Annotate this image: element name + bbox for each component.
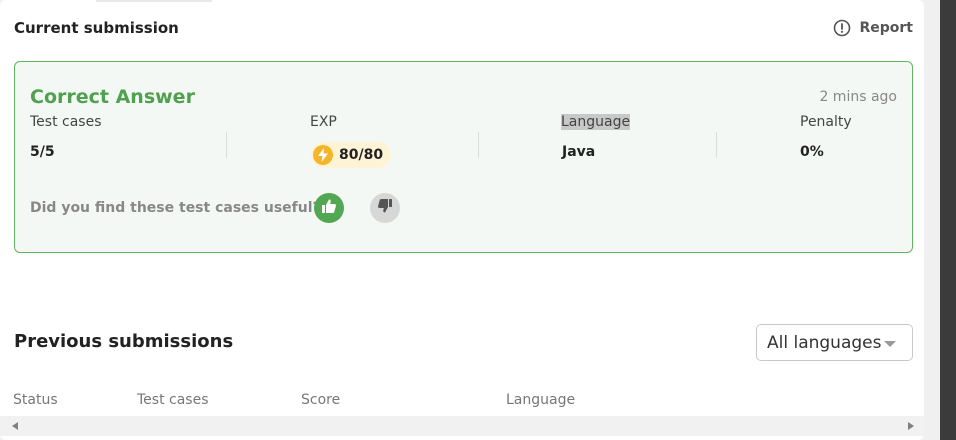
submission-time: 2 mins ago <box>819 89 897 105</box>
penalty-value: 0% <box>800 144 824 160</box>
result-status: Correct Answer <box>30 86 195 108</box>
language-filter-select[interactable]: All languages <box>756 324 913 361</box>
window-edge <box>940 0 956 440</box>
thumbs-down-icon <box>377 198 393 218</box>
caret-down-icon <box>884 341 896 347</box>
column-header-language[interactable]: Language <box>506 392 575 408</box>
exp-value: 80/80 <box>339 147 384 163</box>
thumbs-up-icon <box>321 198 337 218</box>
current-submission-title: Current submission <box>14 19 179 37</box>
exp-label: EXP <box>310 114 337 130</box>
tab-indicator <box>96 0 212 2</box>
column-header-test-cases[interactable]: Test cases <box>137 392 209 408</box>
submission-panel: Current submission Report Correct Answer… <box>0 0 924 440</box>
result-card: Correct Answer 2 mins ago Test cases 5/5… <box>14 61 913 253</box>
scroll-left-arrow[interactable] <box>12 422 18 430</box>
info-icon <box>833 19 851 37</box>
stat-divider <box>716 132 717 158</box>
report-label: Report <box>859 20 913 36</box>
exp-badge: 80/80 <box>311 142 392 168</box>
test-cases-value: 5/5 <box>30 144 55 160</box>
scroll-right-arrow[interactable] <box>908 422 914 430</box>
column-header-score[interactable]: Score <box>301 392 340 408</box>
thumbs-up-button[interactable] <box>314 193 344 223</box>
column-header-status[interactable]: Status <box>13 392 58 408</box>
horizontal-scrollbar[interactable] <box>0 416 924 436</box>
lightning-icon <box>313 145 333 165</box>
stat-divider <box>478 132 479 158</box>
language-label-text: Language <box>561 114 631 130</box>
page-scrollbar-track <box>924 0 940 440</box>
language-value: Java <box>562 144 596 160</box>
thumbs-down-button[interactable] <box>370 193 400 223</box>
penalty-label: Penalty <box>800 114 852 130</box>
previous-submissions-title: Previous submissions <box>14 331 234 352</box>
language-label: Language <box>561 114 631 130</box>
feedback-question: Did you find these test cases useful? <box>30 200 321 216</box>
language-filter-value: All languages <box>767 332 882 353</box>
test-cases-label: Test cases <box>30 114 102 130</box>
stat-divider <box>226 132 227 158</box>
report-button[interactable]: Report <box>833 19 913 37</box>
